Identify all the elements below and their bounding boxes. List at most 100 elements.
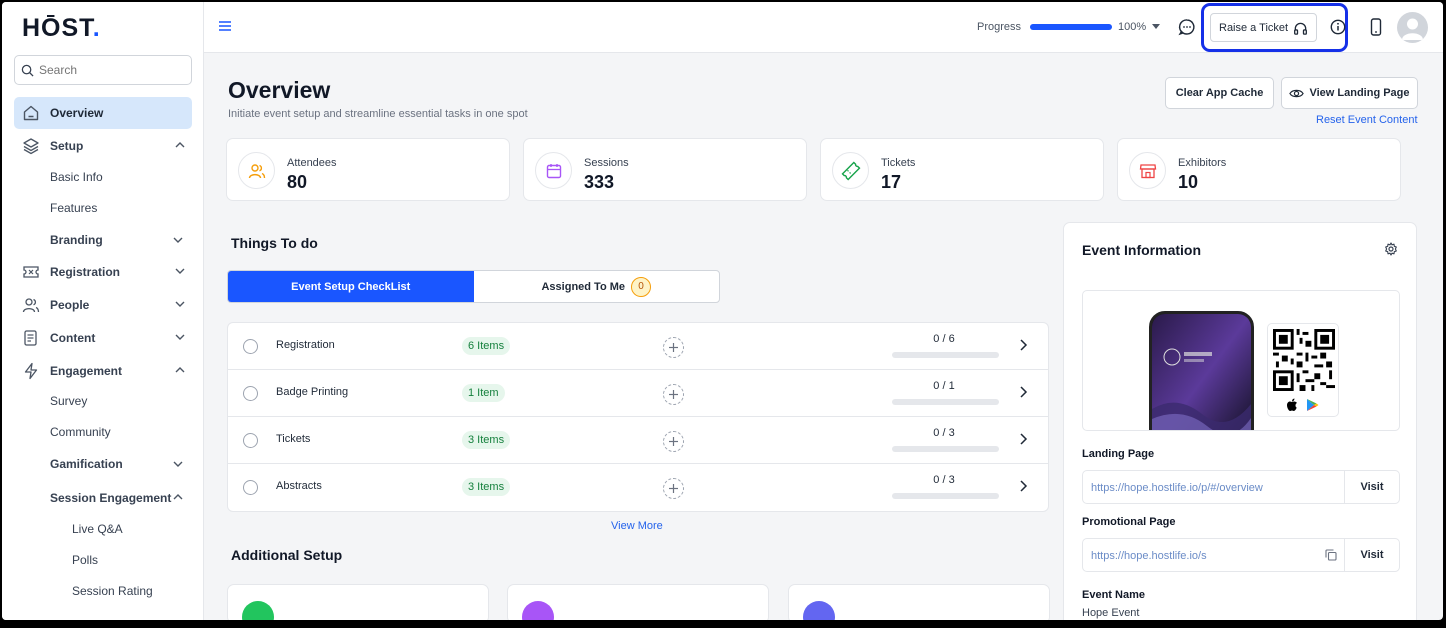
sidebar-item-label: Gamification (50, 457, 123, 471)
stat-card-tickets[interactable]: Tickets 17 (820, 138, 1104, 201)
add-assignee-button[interactable] (663, 337, 684, 358)
google-play-icon (1307, 399, 1319, 411)
radio-button[interactable] (243, 339, 258, 354)
sidebar-subitem-polls[interactable]: Polls (72, 553, 98, 567)
sidebar-subitem-branding[interactable]: Branding (50, 233, 192, 247)
landing-page-url-field[interactable]: https://hope.hostlife.io/p/#/overview Vi… (1082, 470, 1400, 504)
chevron-right-icon[interactable] (1018, 480, 1028, 492)
calendar-icon (242, 601, 274, 620)
promotional-page-url[interactable]: https://hope.hostlife.io/s (1091, 550, 1207, 562)
row-progress-bar (892, 352, 999, 358)
row-progress-bar (892, 446, 999, 452)
sidebar-item-content[interactable]: Content (14, 322, 192, 354)
sidebar-item-label: Engagement (50, 364, 123, 378)
plus-icon (669, 437, 678, 446)
tab-label: Assigned To Me (541, 280, 626, 293)
progress-bar (1030, 24, 1112, 30)
event-name-label: Event Name (1082, 589, 1145, 601)
additional-setup-card[interactable] (227, 584, 489, 620)
sidebar-item-label: Branding (50, 233, 103, 247)
qr-code-image (1273, 329, 1335, 391)
page-title: Overview (228, 77, 331, 103)
stat-card-exhibitors[interactable]: Exhibitors 10 (1117, 138, 1401, 201)
chevron-down-icon (175, 268, 185, 274)
checklist-row[interactable]: Tickets 3 Items 0 / 3 (228, 417, 1048, 464)
app-preview (1082, 290, 1400, 431)
avatar[interactable] (1397, 12, 1428, 43)
checklist-row[interactable]: Abstracts 3 Items 0 / 3 (228, 464, 1048, 511)
plus-icon (669, 343, 678, 352)
tab-event-setup-checklist[interactable]: Event Setup CheckList (228, 271, 474, 302)
stat-label: Tickets (881, 157, 916, 169)
event-information-title: Event Information (1082, 242, 1202, 258)
sidebar-item-registration[interactable]: Registration (14, 256, 192, 288)
sidebar-item-people[interactable]: People (14, 289, 192, 321)
button-label: Visit (1360, 481, 1384, 493)
search-box[interactable] (14, 55, 192, 85)
sidebar-item-setup[interactable]: Setup (14, 130, 192, 162)
progress-value: 100% (1118, 21, 1147, 33)
sidebar-item-label: Content (50, 331, 96, 345)
sidebar-subitem-live-qa[interactable]: Live Q&A (72, 522, 123, 536)
view-landing-page-button[interactable]: View Landing Page (1281, 77, 1418, 109)
add-assignee-button[interactable] (663, 478, 684, 499)
sidebar-item-overview[interactable]: Overview (14, 97, 192, 129)
page-subtitle: Initiate event setup and streamline esse… (228, 108, 528, 120)
additional-setup-card[interactable] (507, 584, 769, 620)
hamburger-menu-icon[interactable] (218, 20, 232, 32)
chevron-up-icon (175, 367, 185, 373)
radio-button[interactable] (243, 433, 258, 448)
users-icon (238, 152, 275, 189)
sidebar-item-label: Setup (50, 139, 84, 153)
progress-count: 0 / 3 (933, 474, 955, 486)
sidebar-subitem-survey[interactable]: Survey (50, 394, 87, 408)
sidebar-subitem-session-rating[interactable]: Session Rating (72, 584, 153, 598)
document-icon (22, 329, 40, 347)
radio-button[interactable] (243, 386, 258, 401)
info-icon[interactable] (1330, 19, 1346, 35)
gear-icon[interactable] (1384, 242, 1398, 256)
search-icon (21, 64, 34, 77)
promotional-page-label: Promotional Page (1082, 516, 1176, 528)
user-icon (1402, 18, 1423, 40)
item-count-badge: 3 Items (462, 431, 511, 449)
stat-card-sessions[interactable]: Sessions 333 (523, 138, 807, 201)
add-assignee-button[interactable] (663, 431, 684, 452)
layers-icon (22, 137, 40, 155)
visit-landing-button[interactable]: Visit (1344, 471, 1399, 503)
add-assignee-button[interactable] (663, 384, 684, 405)
additional-setup-card[interactable] (788, 584, 1050, 620)
chevron-right-icon[interactable] (1018, 433, 1028, 445)
checklist-row[interactable]: Registration 6 Items 0 / 6 (228, 323, 1048, 370)
chevron-right-icon[interactable] (1018, 386, 1028, 398)
highlight-box (1201, 3, 1348, 52)
mobile-phone-icon[interactable] (1370, 18, 1382, 36)
checklist-row[interactable]: Badge Printing 1 Item 0 / 1 (228, 370, 1048, 417)
tab-assigned-to-me[interactable]: Assigned To Me 0 (474, 271, 720, 302)
copy-icon[interactable] (1325, 549, 1337, 561)
things-to-do-title: Things To do (231, 235, 318, 251)
sidebar-subitem-session-engagement[interactable]: Session Engagement (50, 491, 192, 505)
sidebar-subitem-gamification[interactable]: Gamification (50, 457, 192, 471)
stat-card-attendees[interactable]: Attendees 80 (226, 138, 510, 201)
visit-promotional-button[interactable]: Visit (1344, 539, 1399, 571)
stat-label: Exhibitors (1178, 157, 1227, 169)
sidebar-item-engagement[interactable]: Engagement (14, 355, 192, 387)
stat-value: 80 (287, 172, 308, 192)
landing-page-url[interactable]: https://hope.hostlife.io/p/#/overview (1091, 482, 1263, 494)
reset-event-content-link[interactable]: Reset Event Content (1316, 114, 1418, 126)
sidebar-subitem-features[interactable]: Features (50, 201, 97, 215)
radio-button[interactable] (243, 480, 258, 495)
sidebar-item-label: People (50, 298, 90, 312)
promotional-page-url-field[interactable]: https://hope.hostlife.io/s Visit (1082, 538, 1400, 572)
sidebar-subitem-basic-info[interactable]: Basic Info (50, 170, 103, 184)
logo[interactable]: HŌST. (22, 14, 101, 43)
caret-down-icon[interactable] (1152, 24, 1160, 30)
sidebar-subitem-community[interactable]: Community (50, 425, 111, 439)
search-input[interactable] (39, 63, 179, 77)
clear-app-cache-button[interactable]: Clear App Cache (1165, 77, 1274, 109)
checklist-item-name: Registration (276, 339, 335, 351)
chat-icon[interactable] (1178, 18, 1196, 36)
view-more-link[interactable]: View More (611, 520, 663, 532)
chevron-right-icon[interactable] (1018, 339, 1028, 351)
